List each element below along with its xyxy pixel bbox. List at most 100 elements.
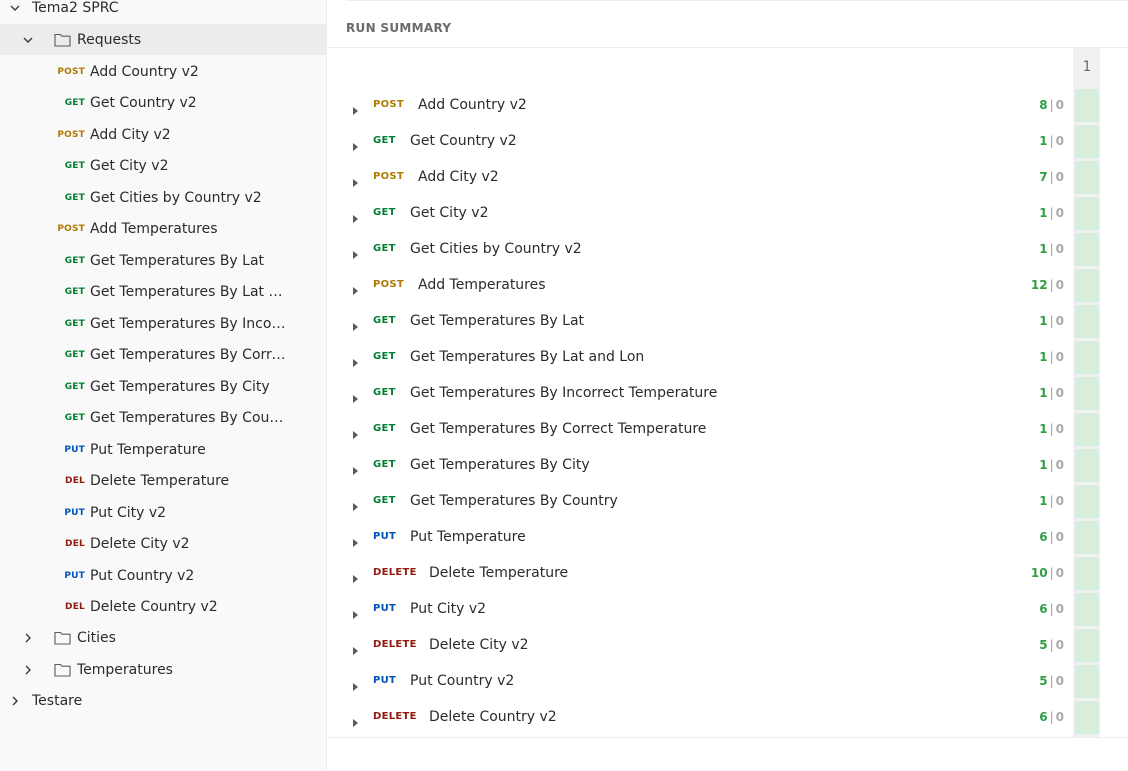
request-name: Delete Country v2: [90, 598, 218, 615]
iteration-result-cell[interactable]: [1075, 557, 1099, 590]
failed-count: 0: [1055, 710, 1064, 724]
caret-right-icon[interactable]: [352, 173, 362, 187]
request-method-badge: GET: [373, 423, 396, 434]
summary-row[interactable]: POST Add City v2 7 | 0: [328, 160, 1073, 196]
caret-right-icon[interactable]: [352, 605, 362, 619]
iteration-result-cell[interactable]: [1075, 521, 1099, 554]
iteration-header[interactable]: 1: [1075, 50, 1099, 84]
iteration-result-cell[interactable]: [1075, 413, 1099, 446]
chevron-down-icon[interactable]: [21, 33, 35, 47]
caret-right-icon[interactable]: [352, 497, 362, 511]
request-method-badge: POST: [373, 279, 405, 290]
test-counts: 10 | 0: [1031, 566, 1064, 580]
sidebar-request-item[interactable]: PUT Put Temperature: [0, 434, 326, 465]
summary-row[interactable]: GET Get Temperatures By City 1 | 0: [328, 448, 1073, 484]
request-method-badge: GET: [373, 495, 396, 506]
iteration-result-cell[interactable]: [1075, 377, 1099, 410]
caret-right-icon[interactable]: [352, 101, 362, 115]
iteration-result-cell[interactable]: [1075, 269, 1099, 302]
folder-temperatures[interactable]: Temperatures: [0, 654, 326, 685]
sidebar-request-item[interactable]: GET Get Temperatures By Lat an...: [0, 276, 326, 307]
caret-right-icon[interactable]: [352, 137, 362, 151]
summary-row[interactable]: PUT Put Country v2 5 | 0: [328, 664, 1073, 700]
caret-right-icon[interactable]: [352, 353, 362, 367]
summary-row[interactable]: DELETE Delete Country v2 6 | 0: [328, 700, 1073, 736]
sidebar-request-item[interactable]: DEL Delete Temperature: [0, 465, 326, 496]
iteration-result-cell[interactable]: [1075, 665, 1099, 698]
summary-row[interactable]: POST Add Country v2 8 | 0: [328, 88, 1073, 124]
count-separator: |: [1049, 566, 1054, 580]
caret-right-icon[interactable]: [352, 425, 362, 439]
sidebar-request-item[interactable]: GET Get Temperatures By Incorre...: [0, 308, 326, 339]
sidebar-request-item[interactable]: POST Add Temperatures: [0, 213, 326, 244]
iteration-result-cell[interactable]: [1075, 161, 1099, 194]
passed-count: 7: [1039, 170, 1048, 184]
collection-testare[interactable]: Testare: [0, 685, 326, 716]
collection-tema2-sprc[interactable]: Tema2 SPRC: [0, 0, 326, 23]
sidebar-request-item[interactable]: POST Add Country v2: [0, 56, 326, 87]
summary-row[interactable]: DELETE Delete City v2 5 | 0: [328, 628, 1073, 664]
caret-right-icon[interactable]: [352, 533, 362, 547]
request-method-badge: DELETE: [373, 711, 417, 722]
sidebar-request-item[interactable]: PUT Put Country v2: [0, 560, 326, 591]
caret-right-icon[interactable]: [352, 713, 362, 727]
sidebar-request-item[interactable]: PUT Put City v2: [0, 497, 326, 528]
passed-count: 10: [1030, 566, 1048, 580]
folder-requests[interactable]: Requests: [0, 24, 326, 55]
summary-row[interactable]: PUT Put Temperature 6 | 0: [328, 520, 1073, 556]
sidebar-request-item[interactable]: DEL Delete Country v2: [0, 591, 326, 622]
caret-right-icon[interactable]: [352, 389, 362, 403]
sidebar-request-item[interactable]: POST Add City v2: [0, 119, 326, 150]
caret-right-icon[interactable]: [352, 209, 362, 223]
iteration-result-cell[interactable]: [1075, 89, 1099, 122]
caret-right-icon[interactable]: [352, 245, 362, 259]
summary-row[interactable]: GET Get Temperatures By Lat and Lon 1 | 0: [328, 340, 1073, 376]
sidebar-request-item[interactable]: GET Get City v2: [0, 150, 326, 181]
sidebar-request-item[interactable]: GET Get Country v2: [0, 87, 326, 118]
iteration-result-cell[interactable]: [1075, 629, 1099, 662]
summary-row[interactable]: GET Get City v2 1 | 0: [328, 196, 1073, 232]
iteration-result-cell[interactable]: [1075, 233, 1099, 266]
iteration-result-cell[interactable]: [1075, 449, 1099, 482]
iteration-result-cell[interactable]: [1075, 341, 1099, 374]
iteration-result-cell[interactable]: [1075, 197, 1099, 230]
passed-count: 6: [1039, 602, 1048, 616]
count-separator: |: [1049, 674, 1054, 688]
count-separator: |: [1049, 134, 1054, 148]
summary-row[interactable]: DELETE Delete Temperature 10 | 0: [328, 556, 1073, 592]
iteration-result-cell[interactable]: [1075, 593, 1099, 626]
request-method-badge: DEL: [65, 601, 85, 612]
summary-row[interactable]: GET Get Cities by Country v2 1 | 0: [328, 232, 1073, 268]
iteration-result-cell[interactable]: [1075, 485, 1099, 518]
sidebar-request-item[interactable]: DEL Delete City v2: [0, 528, 326, 559]
summary-row[interactable]: PUT Put City v2 6 | 0: [328, 592, 1073, 628]
sidebar-request-item[interactable]: GET Get Cities by Country v2: [0, 182, 326, 213]
caret-right-icon[interactable]: [352, 569, 362, 583]
runner-main-panel: RUN SUMMARY 1 POST Add Country v2 8 | 0 GET Ge…: [328, 0, 1128, 771]
request-method-badge: POST: [373, 99, 405, 110]
sidebar-request-item[interactable]: GET Get Temperatures By Lat: [0, 245, 326, 276]
summary-row[interactable]: GET Get Temperatures By Country 1 | 0: [328, 484, 1073, 520]
chevron-right-icon[interactable]: [8, 694, 22, 708]
folder-cities[interactable]: Cities: [0, 622, 326, 653]
summary-row[interactable]: GET Get Temperatures By Lat 1 | 0: [328, 304, 1073, 340]
caret-right-icon[interactable]: [352, 641, 362, 655]
sidebar-request-item[interactable]: GET Get Temperatures By Country: [0, 402, 326, 433]
request-method-badge: DELETE: [373, 567, 417, 578]
iteration-result-cell[interactable]: [1075, 125, 1099, 158]
caret-right-icon[interactable]: [352, 461, 362, 475]
sidebar-request-item[interactable]: GET Get Temperatures By City: [0, 371, 326, 402]
caret-right-icon[interactable]: [352, 281, 362, 295]
caret-right-icon[interactable]: [352, 677, 362, 691]
summary-row[interactable]: GET Get Temperatures By Correct Temperatu…: [328, 412, 1073, 448]
iteration-result-cell[interactable]: [1075, 701, 1099, 734]
sidebar-request-item[interactable]: GET Get Temperatures By Correc...: [0, 339, 326, 370]
chevron-down-icon[interactable]: [8, 1, 22, 15]
caret-right-icon[interactable]: [352, 317, 362, 331]
summary-row[interactable]: POST Add Temperatures 12 | 0: [328, 268, 1073, 304]
iteration-result-cell[interactable]: [1075, 305, 1099, 338]
chevron-right-icon[interactable]: [21, 631, 35, 645]
summary-row[interactable]: GET Get Country v2 1 | 0: [328, 124, 1073, 160]
chevron-right-icon[interactable]: [21, 663, 35, 677]
summary-row[interactable]: GET Get Temperatures By Incorrect Tempera…: [328, 376, 1073, 412]
